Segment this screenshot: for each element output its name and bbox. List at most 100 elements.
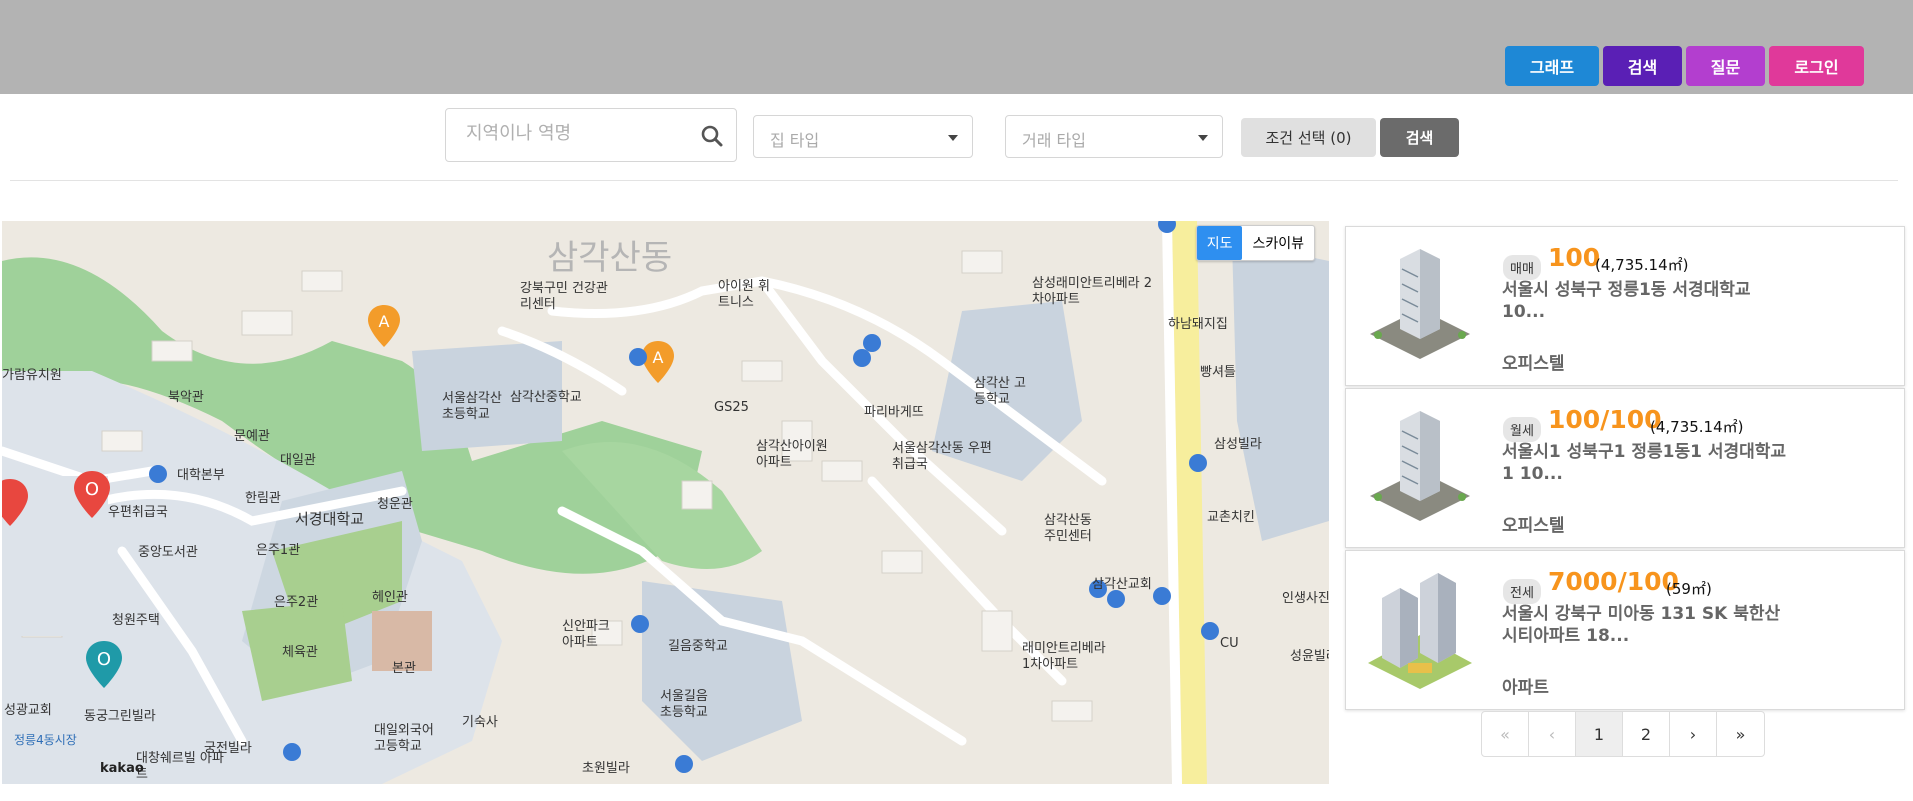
- map-label: 성윤빌라: [1290, 649, 1329, 664]
- map-label: 대일관: [280, 453, 316, 468]
- skyview-button[interactable]: 스카이뷰: [1242, 226, 1314, 260]
- map-label: 은주1관: [256, 543, 301, 558]
- map-label: 초원빌라: [582, 761, 630, 776]
- map-label: 청운관: [377, 497, 413, 512]
- map-label: 삼각산교회: [1092, 577, 1152, 592]
- map-label: GS25: [714, 400, 749, 415]
- property-type: 아파트: [1502, 678, 1549, 698]
- listing-area: (59㎡): [1666, 580, 1712, 598]
- map-label: 삼각산 고등학교: [974, 376, 1026, 407]
- listing-address: 서울시 강북구 미아동 131 SK 북한산시티아파트 18...: [1502, 604, 1781, 646]
- next-page-button[interactable]: ›: [1670, 712, 1717, 756]
- map-label: 서경대학교: [295, 510, 365, 528]
- graph-button[interactable]: 그래프: [1505, 46, 1599, 86]
- svg-text:A: A: [379, 312, 390, 331]
- filter-bar: 집 타입 거래 타입 조건 선택 (0) 검색: [0, 108, 1913, 168]
- map-label: 대창쉐르빌 아파트: [136, 751, 224, 782]
- map-label: 우편취급국: [108, 505, 168, 520]
- map-label: 가람유치원: [2, 368, 62, 383]
- map-label: 정릉4동시장: [14, 733, 77, 747]
- listing-card[interactable]: 전세 7000/100 (59㎡) 서울시 강북구 미아동 131 SK 북한산…: [1345, 550, 1905, 710]
- listing-card[interactable]: 월세 100/100 (4,735.14㎡) 서울시1 성북구1 정릉1동1 서…: [1345, 388, 1905, 548]
- map-label: 빵셔틀: [1200, 365, 1236, 380]
- map-label: 아이원 휘트니스: [718, 279, 770, 310]
- listing-price: 7000/100: [1548, 567, 1679, 596]
- search-nav-button[interactable]: 검색: [1603, 46, 1682, 86]
- map-label: 래미안트리베라 1차아파트: [1022, 641, 1106, 672]
- pagination: « ‹ 1 2 › »: [1481, 711, 1765, 757]
- conditions-button[interactable]: 조건 선택 (0): [1241, 118, 1376, 157]
- map-label: 대일외국어 고등학교: [374, 723, 434, 754]
- house-type-select[interactable]: 집 타입: [753, 115, 973, 158]
- chevron-down-icon: [1198, 135, 1208, 141]
- map-label: 인생사진: [1282, 591, 1329, 606]
- map-label: 북악관: [168, 390, 204, 405]
- map-label: 파리바게뜨: [864, 405, 924, 420]
- divider: [10, 180, 1898, 181]
- chevron-down-icon: [948, 135, 958, 141]
- map-label: 기숙사: [462, 715, 498, 730]
- search-button[interactable]: 검색: [1380, 118, 1459, 157]
- map-label: 삼각산동 주민센터: [1044, 513, 1092, 544]
- map-label: 하남돼지집: [1168, 317, 1228, 332]
- map-label: 길음중학교: [668, 639, 728, 654]
- listing-panel: 매매 100 (4,735.14㎡) 서울시 성북구 정릉1동 서경대학교 10…: [1345, 226, 1905, 712]
- prev-page-button[interactable]: ‹: [1529, 712, 1576, 756]
- search-icon[interactable]: [700, 124, 724, 148]
- map-label: CU: [1220, 636, 1239, 651]
- map-label: 문예관: [234, 429, 270, 444]
- map-label: 성광교회: [4, 703, 52, 718]
- map-label: 대학본부: [177, 468, 225, 483]
- map-label: 본관: [392, 661, 416, 676]
- login-button[interactable]: 로그인: [1769, 46, 1864, 86]
- map-label: 동궁그린빌라: [84, 709, 156, 724]
- map-view-button[interactable]: 지도: [1196, 226, 1243, 260]
- map-label: 헤인관: [372, 590, 408, 605]
- kakao-logo: kakao: [100, 761, 144, 776]
- map-label: 은주2관: [274, 595, 319, 610]
- listing-address: 서울시1 성북구1 정릉1동1 서경대학교1 10...: [1502, 442, 1787, 484]
- first-page-button[interactable]: «: [1482, 712, 1529, 756]
- building-thumbnail: [1368, 573, 1472, 689]
- deal-type-badge: 월세: [1503, 417, 1541, 442]
- listing-area: (4,735.14㎡): [1650, 418, 1744, 436]
- listing-address: 서울시 성북구 정릉1동 서경대학교 10...: [1502, 280, 1751, 322]
- map-label: 서울길음 초등학교: [660, 689, 708, 720]
- listing-area: (4,735.14㎡): [1595, 256, 1689, 274]
- map-label: 한림관: [245, 491, 281, 506]
- map-label: 서울삼각산동 우편취급국: [892, 441, 992, 472]
- map-label: 삼성빌라: [1214, 437, 1262, 452]
- deal-type-badge: 전세: [1503, 579, 1541, 604]
- map-label: 교촌치킨: [1207, 510, 1255, 525]
- svg-text:삼각산동: 삼각산동: [547, 238, 672, 278]
- page-button-2[interactable]: 2: [1623, 712, 1670, 756]
- search-input[interactable]: [466, 123, 686, 144]
- deal-type-badge: 매매: [1503, 255, 1541, 280]
- search-box: [445, 108, 737, 162]
- svg-text:O: O: [85, 479, 99, 500]
- top-bar: 그래프 검색 질문 로그인: [0, 0, 1913, 94]
- map-label: 서울삼각산 초등학교: [442, 391, 502, 422]
- listing-card[interactable]: 매매 100 (4,735.14㎡) 서울시 성북구 정릉1동 서경대학교 10…: [1345, 226, 1905, 386]
- map-label: 중앙도서관: [138, 545, 198, 560]
- map-label: 삼각산아이원 아파트: [756, 439, 828, 470]
- property-type: 오피스텔: [1502, 516, 1565, 536]
- map-label: 강북구민 건강관리센터: [520, 281, 608, 312]
- house-type-label: 집 타입: [770, 131, 820, 150]
- map-label: 신안파크 아파트: [562, 619, 610, 650]
- listing-price: 100: [1548, 243, 1601, 272]
- listing-price: 100/100: [1548, 405, 1662, 434]
- map-type-toggle: 지도 스카이뷰: [1195, 225, 1315, 261]
- deal-type-label: 거래 타입: [1022, 131, 1086, 150]
- page-button-1[interactable]: 1: [1576, 712, 1623, 756]
- building-thumbnail: [1370, 411, 1470, 521]
- question-button[interactable]: 질문: [1686, 46, 1765, 86]
- map-label: 삼각산중학교: [510, 390, 582, 405]
- deal-type-select[interactable]: 거래 타입: [1005, 115, 1223, 158]
- last-page-button[interactable]: »: [1717, 712, 1764, 756]
- map-label: 청원주택: [112, 613, 160, 628]
- property-type: 오피스텔: [1502, 354, 1565, 374]
- map-label: 삼성래미안트리베라 2차아파트: [1032, 276, 1153, 307]
- map-view[interactable]: 삼각산동 A A O O 강북구민 건강관리센터 아이원 휘트니스 삼성래미안트…: [2, 221, 1329, 784]
- svg-text:O: O: [97, 649, 111, 670]
